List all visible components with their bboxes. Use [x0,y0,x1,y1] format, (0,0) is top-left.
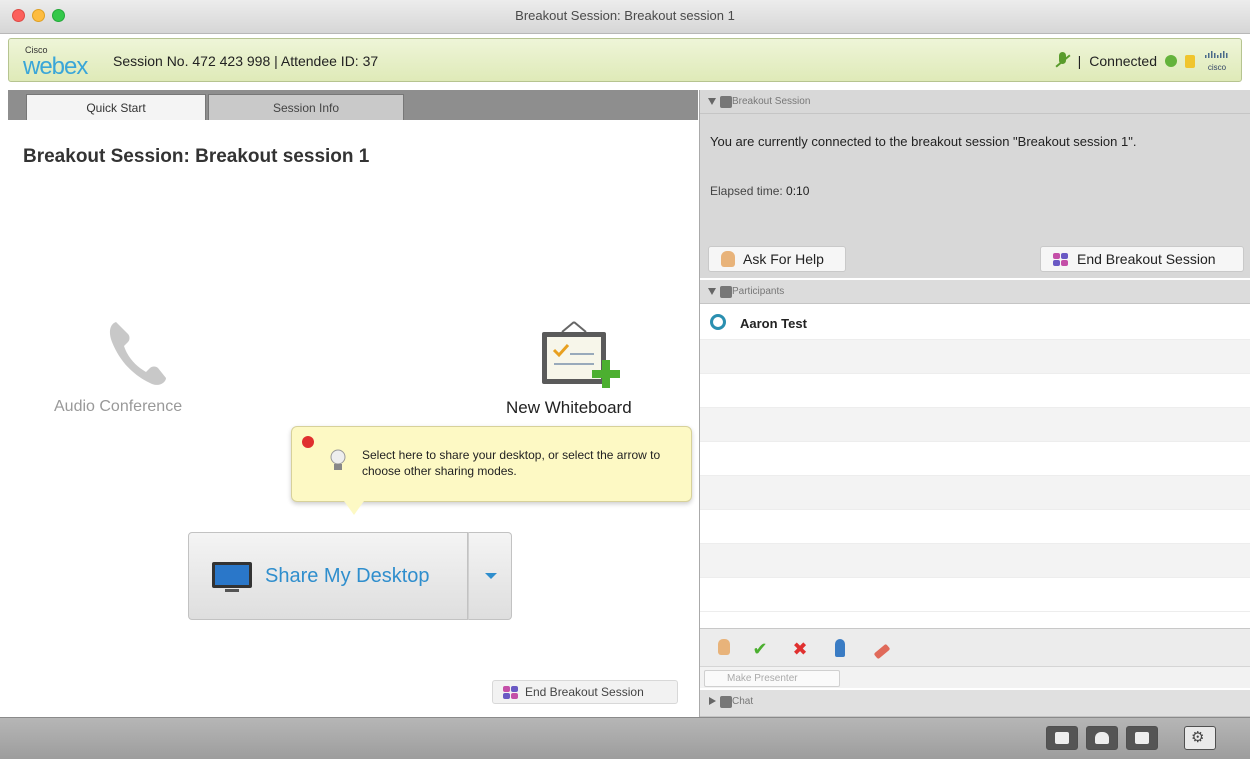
connection-status-area: | Connected cisco [1054,49,1231,73]
participants-panel-title: Participants [732,286,785,297]
breakout-panel-title: Breakout Session [732,96,811,107]
breakout-panel-header[interactable]: Breakout Session [700,90,1250,114]
panels-pane: Breakout Session You are currently conne… [699,90,1250,717]
chevron-down-icon [485,573,497,579]
monitor-icon [212,562,252,592]
make-presenter-row: Make Presenter [700,666,1250,688]
breakout-session-panel: Breakout Session You are currently conne… [700,90,1250,278]
ask-for-help-button[interactable]: Ask For Help [708,246,846,272]
ask-for-help-label: Ask For Help [743,251,824,267]
raise-hand-icon [721,251,735,267]
status-separator: | [1077,53,1082,69]
collapse-triangle-icon [708,288,716,295]
participant-name: Aaron Test [740,316,807,331]
panel-options-button[interactable]: ⚙ [1184,726,1216,750]
quick-start-pane: Quick Start Session Info Breakout Sessio… [8,90,698,717]
eraser-icon[interactable] [872,639,892,660]
pass-ball-icon[interactable] [830,639,850,659]
logo-webex-text: webex [23,53,88,80]
raise-hand-icon[interactable] [714,639,734,659]
bottom-panel-bar: ⚙ [0,717,1250,759]
participant-row[interactable]: Aaron Test [700,306,1250,340]
empty-row [700,578,1250,612]
empty-row [700,374,1250,408]
participant-status-icon [710,314,726,330]
cisco-bars-icon [1205,50,1228,58]
chat-toggle-icon [1135,732,1149,744]
connection-indicator-icon [1165,55,1177,67]
lock-icon [1185,54,1195,68]
audio-conference-label[interactable]: Audio Conference [54,398,182,416]
make-presenter-field[interactable]: Make Presenter [704,670,840,687]
elapsed-value: 0:10 [786,184,810,198]
x-icon[interactable]: ✖ [790,639,810,659]
session-info: Session No. 472 423 998 | Attendee ID: 3… [113,53,379,69]
chat-panel-header[interactable]: Chat [700,690,1250,717]
mute-mic-icon[interactable] [1054,51,1070,71]
share-tooltip: Select here to share your desktop, or se… [291,426,692,515]
participants-icon [720,286,732,298]
breakout-status-message: You are currently connected to the break… [710,134,1137,149]
participant-toolbar: ✔ ✖ [700,628,1250,666]
cisco-logo-text: cisco [1207,62,1227,72]
participants-panel-header[interactable]: Participants [700,280,1250,304]
empty-row [700,442,1250,476]
share-my-desktop-button[interactable]: Share My Desktop [188,532,468,620]
chat-icon [720,696,732,708]
sharing-modes-dropdown[interactable] [468,532,512,620]
webex-logo: Cisco webex [19,43,109,80]
breakout-toggle-icon [1055,732,1069,744]
page-title: Breakout Session: Breakout session 1 [23,146,370,167]
check-icon[interactable]: ✔ [750,639,770,659]
end-breakout-session-button-left[interactable]: End Breakout Session [492,680,678,704]
cisco-logo: cisco [1203,50,1231,72]
phone-icon[interactable] [108,318,168,388]
end-breakout-label: End Breakout Session [1077,251,1216,267]
tab-session-info[interactable]: Session Info [208,94,404,120]
window-title: Breakout Session: Breakout session 1 [515,8,735,23]
elapsed-label: Elapsed time: [710,184,783,198]
make-presenter-placeholder: Make Presenter [727,673,798,684]
empty-row [700,510,1250,544]
breakout-group-icon [503,686,519,700]
tab-bar: Quick Start Session Info [8,90,698,120]
gear-icon: ⚙ [1191,729,1205,746]
chat-panel-title: Chat [732,696,754,707]
end-breakout-session-button[interactable]: End Breakout Session [1040,246,1244,272]
chat-panel-toggle[interactable] [1126,726,1158,750]
breakout-panel-toggle[interactable] [1046,726,1078,750]
breakout-group-icon [1053,253,1069,267]
new-whiteboard-label[interactable]: New Whiteboard [506,398,632,418]
window-titlebar: Breakout Session: Breakout session 1 [0,0,1250,34]
collapse-triangle-icon [708,98,716,105]
elapsed-time: Elapsed time: 0:10 [710,184,809,198]
empty-row [700,544,1250,578]
session-header: Cisco webex Session No. 472 423 998 | At… [8,38,1242,82]
participant-list: Aaron Test [700,306,1250,628]
lightbulb-icon [330,449,346,470]
expand-triangle-icon [709,697,716,705]
tab-quick-start[interactable]: Quick Start [26,94,206,120]
empty-row [700,408,1250,442]
share-my-desktop-label: Share My Desktop [265,565,430,587]
participants-panel-toggle[interactable] [1086,726,1118,750]
whiteboard-icon[interactable] [538,316,624,392]
end-breakout-label-left: End Breakout Session [525,685,644,699]
participants-toggle-icon [1095,732,1109,744]
connection-status: Connected [1089,53,1157,69]
empty-row [700,476,1250,510]
tooltip-text: Select here to share your desktop, or se… [362,448,661,478]
empty-row [700,340,1250,374]
breakout-panel-icon [720,96,732,108]
tooltip-close-icon[interactable] [302,436,314,448]
